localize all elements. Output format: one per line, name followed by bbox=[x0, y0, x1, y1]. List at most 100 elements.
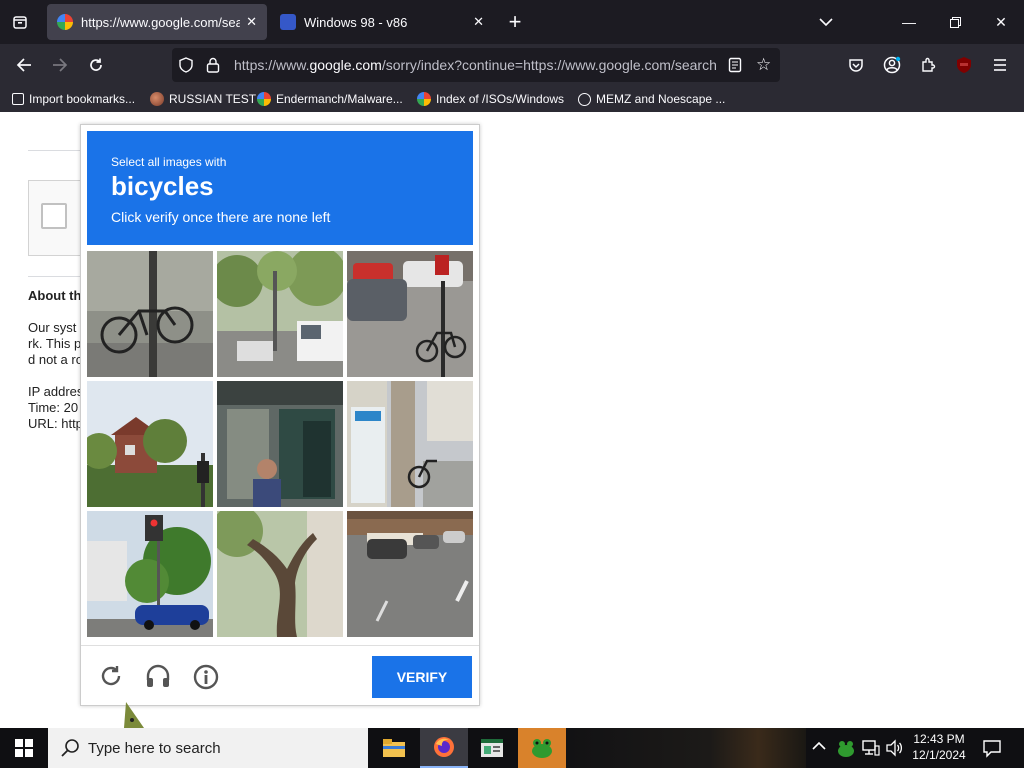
navigation-toolbar: https://www.google.com/sorry/index?conti… bbox=[0, 44, 1024, 86]
page-line: Our syst bbox=[28, 320, 77, 335]
extensions-icon[interactable] bbox=[910, 44, 946, 86]
new-tab-icon[interactable]: + bbox=[497, 4, 533, 40]
globe-icon bbox=[578, 92, 591, 106]
search-placeholder: Type here to search bbox=[88, 739, 221, 757]
notifications-icon[interactable] bbox=[982, 738, 1002, 763]
image-tile[interactable] bbox=[347, 381, 473, 507]
street-with-van-image bbox=[217, 251, 343, 377]
list-tabs-icon[interactable] bbox=[808, 4, 844, 40]
ip-address-line: IP addres bbox=[28, 384, 84, 399]
audio-challenge-icon[interactable] bbox=[145, 664, 171, 693]
clock[interactable]: 12:43 PM 12/1/2024 bbox=[908, 731, 970, 763]
bookmark-label: Index of /ISOs/Windows bbox=[436, 92, 565, 106]
account-icon[interactable] bbox=[874, 44, 910, 86]
bookmark-isos[interactable]: Index of /ISOs/Windows bbox=[417, 86, 564, 112]
reload-challenge-icon[interactable] bbox=[99, 664, 123, 693]
tree-trunk-image bbox=[217, 511, 343, 637]
close-tab-icon[interactable]: ✕ bbox=[246, 14, 257, 30]
import-icon bbox=[12, 93, 24, 105]
taskbar-search[interactable]: Type here to search bbox=[48, 728, 368, 768]
app-window[interactable] bbox=[468, 728, 516, 768]
challenge-target: bicycles bbox=[111, 171, 214, 201]
lock-icon[interactable] bbox=[206, 57, 220, 78]
image-tile[interactable] bbox=[347, 511, 473, 637]
minimize-icon[interactable]: — bbox=[886, 0, 932, 44]
bookmark-label: RUSSIAN TEST bbox=[169, 92, 257, 106]
reload-icon[interactable] bbox=[78, 44, 114, 86]
image-grid bbox=[87, 251, 473, 637]
page-line: rk. This p bbox=[28, 336, 82, 351]
v86-icon bbox=[280, 14, 296, 30]
taskbar-empty-area bbox=[566, 728, 806, 768]
search-icon bbox=[60, 738, 80, 762]
challenge-footer: VERIFY bbox=[81, 645, 479, 706]
pocket-icon[interactable] bbox=[838, 44, 874, 86]
info-icon[interactable] bbox=[193, 664, 219, 695]
volume-icon[interactable] bbox=[886, 739, 904, 762]
clock-time: 12:43 PM bbox=[913, 732, 965, 746]
tab-title: Windows 98 - v86 bbox=[304, 14, 408, 30]
frog-tray-icon[interactable] bbox=[836, 738, 856, 763]
challenge-subtext: Click verify once there are none left bbox=[111, 209, 331, 225]
pet-app[interactable] bbox=[518, 728, 566, 768]
window-app-icon bbox=[481, 739, 503, 757]
image-tile[interactable] bbox=[217, 381, 343, 507]
challenge-instruction: Select all images with bbox=[111, 155, 227, 169]
recaptcha-challenge: Select all images with bicycles Click ve… bbox=[80, 124, 480, 706]
taskbar: Type here to search 12:43 PM 12/1/2024 bbox=[0, 728, 1024, 768]
folder-icon bbox=[383, 739, 405, 757]
bookmarks-toolbar: Import bookmarks... RUSSIAN TEST Enderma… bbox=[0, 86, 1024, 112]
image-tile[interactable] bbox=[87, 251, 213, 377]
tab-title: https://www.google.com/searc bbox=[81, 14, 241, 30]
file-explorer-app[interactable] bbox=[370, 728, 418, 768]
firefox-icon bbox=[434, 737, 454, 757]
address-bar[interactable]: https://www.google.com/sorry/index?conti… bbox=[172, 48, 780, 82]
bookmark-label: Import bookmarks... bbox=[29, 92, 136, 106]
bookmark-russian-test[interactable]: RUSSIAN TEST bbox=[150, 86, 256, 112]
bicycle-on-pole-image bbox=[87, 251, 213, 377]
close-window-icon[interactable]: ✕ bbox=[978, 0, 1024, 44]
challenge-header: Select all images with bicycles Click ve… bbox=[87, 131, 473, 245]
image-tile[interactable] bbox=[87, 511, 213, 637]
about-heading: About th bbox=[28, 288, 82, 303]
houses-and-trees-image bbox=[87, 381, 213, 507]
recaptcha-checkbox[interactable] bbox=[41, 203, 67, 229]
image-tile[interactable] bbox=[347, 251, 473, 377]
google-icon bbox=[257, 92, 271, 106]
image-tile[interactable] bbox=[217, 511, 343, 637]
shield-icon[interactable] bbox=[178, 57, 194, 78]
close-tab-icon[interactable]: ✕ bbox=[473, 14, 484, 30]
url-prefix: https://www. bbox=[234, 57, 310, 73]
bookmark-star-icon[interactable]: ☆ bbox=[756, 56, 771, 73]
verify-button[interactable]: VERIFY bbox=[372, 656, 472, 698]
google-icon bbox=[417, 92, 431, 106]
bookmark-import[interactable]: Import bookmarks... bbox=[12, 86, 135, 112]
menu-icon[interactable] bbox=[982, 44, 1018, 86]
start-button[interactable] bbox=[0, 728, 48, 768]
network-icon[interactable] bbox=[862, 739, 880, 762]
clock-date: 12/1/2024 bbox=[912, 748, 966, 762]
restore-icon[interactable] bbox=[932, 0, 978, 44]
image-tile[interactable] bbox=[87, 381, 213, 507]
bookmark-label: MEMZ and Noescape ... bbox=[596, 92, 726, 106]
firefox-app[interactable] bbox=[420, 728, 468, 768]
show-hidden-icons[interactable] bbox=[812, 738, 826, 754]
recaptcha-widget bbox=[28, 180, 88, 256]
url-domain: google.com bbox=[309, 57, 382, 73]
tab-overview-icon[interactable] bbox=[2, 4, 38, 40]
bookmark-endermanch[interactable]: Endermanch/Malware... bbox=[257, 86, 403, 112]
divider bbox=[28, 276, 88, 277]
back-icon[interactable] bbox=[6, 44, 42, 86]
tab-google[interactable]: https://www.google.com/searc ✕ bbox=[47, 4, 267, 40]
forward-icon[interactable] bbox=[42, 44, 78, 86]
page-line: d not a ro bbox=[28, 352, 83, 367]
image-tile[interactable] bbox=[217, 251, 343, 377]
reader-view-icon[interactable] bbox=[728, 57, 742, 78]
street-with-parked-cars-image bbox=[347, 511, 473, 637]
bookmark-memz[interactable]: MEMZ and Noescape ... bbox=[578, 86, 725, 112]
bookmark-label: Endermanch/Malware... bbox=[276, 92, 403, 106]
url-text[interactable]: https://www.google.com/sorry/index?conti… bbox=[234, 48, 718, 82]
url-path: /sorry/index?continue=https://www.google… bbox=[381, 57, 717, 73]
tab-windows98[interactable]: Windows 98 - v86 ✕ bbox=[270, 4, 494, 40]
ublock-icon[interactable] bbox=[946, 44, 982, 86]
